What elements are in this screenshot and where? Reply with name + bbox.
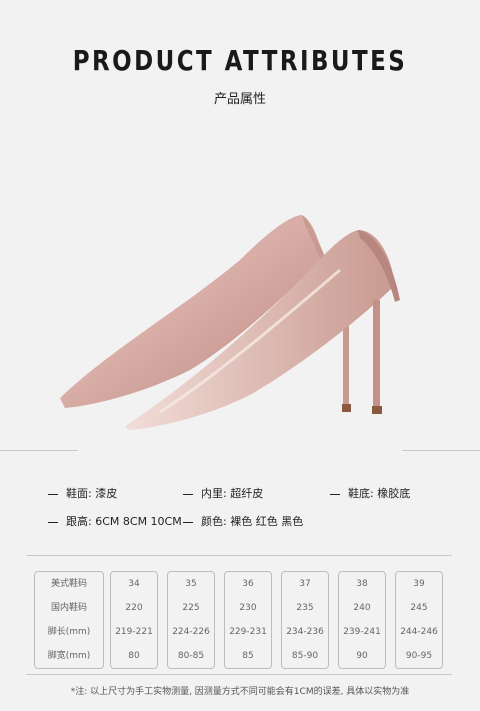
size-cell: 80 <box>128 651 140 661</box>
size-column: 38 240 239-241 90 <box>338 571 386 669</box>
size-cell: 35 <box>185 579 197 589</box>
size-column: 37 235 234-236 85-90 <box>281 571 329 669</box>
row-label: 脚长(mm) <box>47 627 91 637</box>
size-note: *注: 以上尺寸为手工实物测量, 因测量方式不同可能会有1CM的误差, 具体以实… <box>70 687 410 697</box>
attr-color: 颜色: 裸色 红色 黑色 <box>183 513 303 529</box>
dash-icon <box>183 493 193 495</box>
size-cell: 219-221 <box>115 627 153 637</box>
row-label: 国内鞋码 <box>50 603 87 613</box>
size-cell: 36 <box>242 579 254 589</box>
dash-icon <box>48 521 58 523</box>
size-cell: 80-85 <box>177 651 205 661</box>
dash-icon <box>183 521 193 523</box>
divider-left <box>0 450 78 451</box>
size-cell: 38 <box>356 579 368 589</box>
size-cell: 85 <box>242 651 254 661</box>
attr-sole: 鞋底: 橡胶底 <box>330 485 410 501</box>
size-cell: 90 <box>356 651 368 661</box>
size-column: 35 225 224-226 80-85 <box>167 571 215 669</box>
size-cell: 239-241 <box>343 627 381 637</box>
attr-upper: 鞋面: 漆皮 <box>48 485 117 501</box>
size-cell: 244-246 <box>400 627 438 637</box>
size-table: 美式鞋码 国内鞋码 脚长(mm) 脚宽(mm) 34 220 219-221 8… <box>34 571 452 669</box>
size-cell: 34 <box>128 579 140 589</box>
attr-lining: 内里: 超纤皮 <box>183 485 263 501</box>
size-cell: 39 <box>413 579 425 589</box>
size-cell: 220 <box>125 603 143 613</box>
divider-table-bottom <box>26 674 452 675</box>
size-cell: 224-226 <box>172 627 210 637</box>
page-title: PRODUCT ATTRIBUTES <box>72 44 408 77</box>
size-cell: 240 <box>353 603 371 613</box>
product-image <box>40 190 440 440</box>
size-table-labels: 美式鞋码 国内鞋码 脚长(mm) 脚宽(mm) <box>34 571 104 669</box>
size-column: 36 230 229-231 85 <box>224 571 272 669</box>
row-label: 美式鞋码 <box>50 579 87 589</box>
size-cell: 225 <box>182 603 200 613</box>
dash-icon <box>330 493 340 495</box>
row-label: 脚宽(mm) <box>47 651 91 661</box>
size-cell: 230 <box>239 603 257 613</box>
divider-right <box>402 450 480 451</box>
size-cell: 234-236 <box>286 627 324 637</box>
size-column: 34 220 219-221 80 <box>110 571 158 669</box>
size-column: 39 245 244-246 90-95 <box>395 571 443 669</box>
size-cell: 245 <box>410 603 428 613</box>
attr-heel-height: 跟高: 6CM 8CM 10CM <box>48 513 182 529</box>
page-subtitle: 产品属性 <box>213 92 266 107</box>
divider-table-top <box>26 555 452 556</box>
size-cell: 37 <box>299 579 311 589</box>
size-cell: 90-95 <box>405 651 433 661</box>
dash-icon <box>48 493 58 495</box>
size-cell: 85-90 <box>291 651 319 661</box>
size-cell: 229-231 <box>229 627 267 637</box>
size-cell: 235 <box>296 603 314 613</box>
